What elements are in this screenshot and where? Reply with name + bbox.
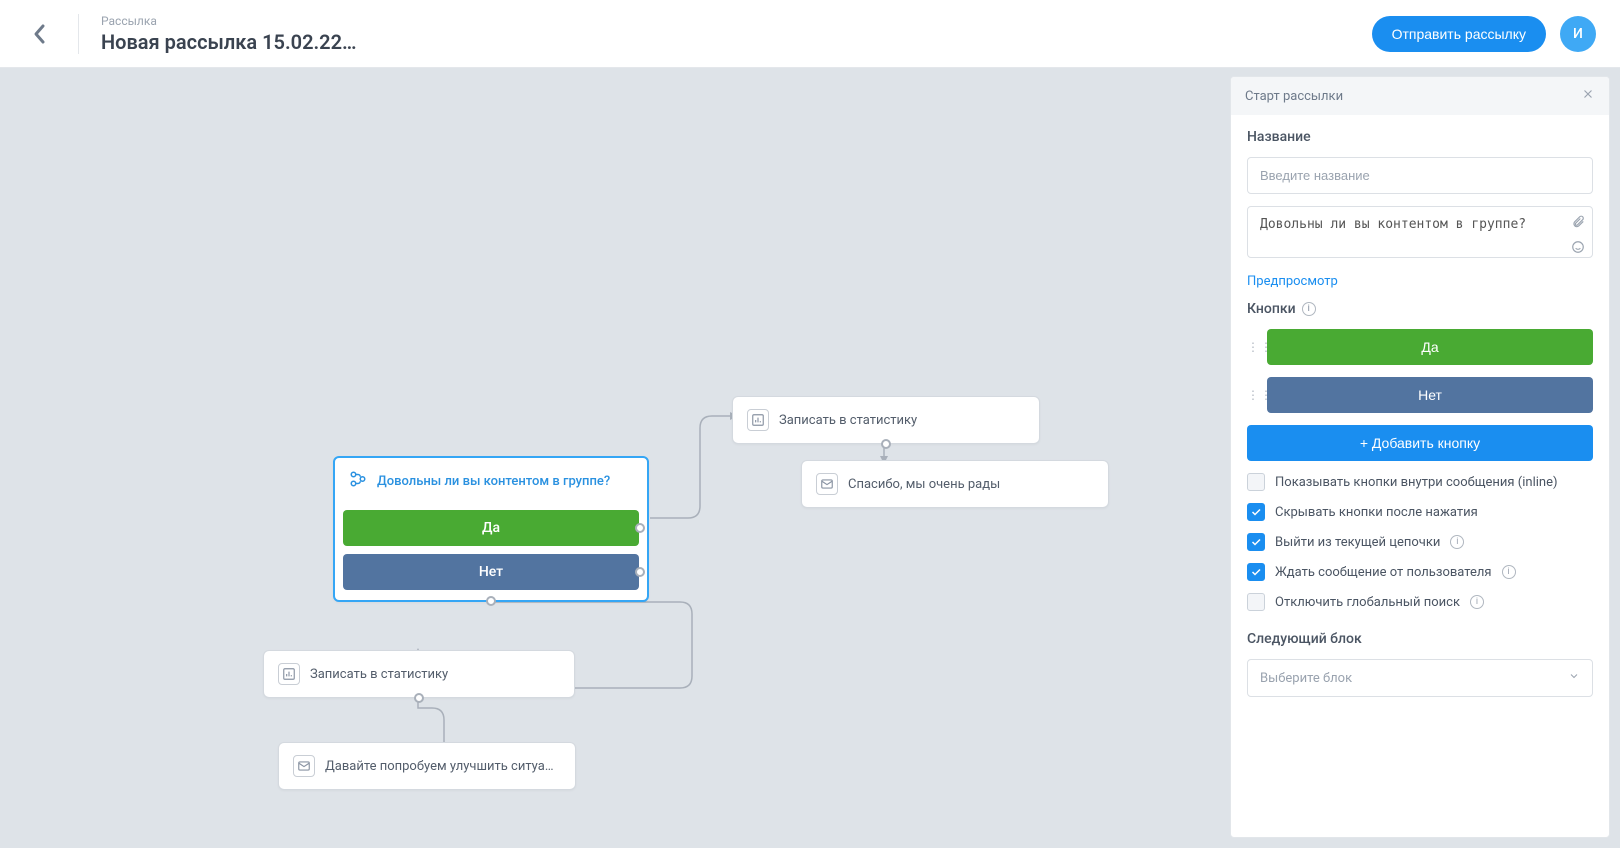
message-node[interactable]: Спасибо, мы очень рады (801, 460, 1109, 508)
node-label: Записать в статистику (779, 413, 917, 428)
mail-icon (293, 755, 315, 777)
next-block-select[interactable]: Выберите блок (1247, 659, 1593, 697)
output-port-bottom[interactable] (414, 693, 424, 703)
stats-icon (278, 663, 300, 685)
checkbox-label: Скрывать кнопки после нажатия (1275, 505, 1478, 520)
select-placeholder: Выберите блок (1260, 671, 1352, 686)
panel-title: Старт рассылки (1245, 89, 1343, 104)
divider (78, 14, 79, 54)
name-label: Название (1247, 129, 1593, 145)
page-title: Новая рассылка 15.02.22… (101, 30, 357, 54)
checkbox-exit-chain[interactable] (1247, 533, 1265, 551)
info-icon[interactable]: i (1470, 595, 1484, 609)
message-textarea[interactable] (1247, 206, 1593, 258)
user-avatar[interactable]: И (1560, 16, 1596, 52)
info-icon[interactable]: i (1450, 535, 1464, 549)
checkbox-hide-after-click[interactable] (1247, 503, 1265, 521)
choice-yes-button[interactable]: Да (343, 510, 639, 546)
side-panel: Старт рассылки Название Предпросмотр Кно… (1230, 76, 1610, 838)
buttons-label: Кнопки (1247, 301, 1296, 317)
stats-node[interactable]: Записать в статистику (732, 396, 1040, 444)
preview-link[interactable]: Предпросмотр (1247, 274, 1593, 289)
node-label: Давайте попробуем улучшить ситуацию! Что… (325, 759, 561, 774)
answer-button-no[interactable]: Нет (1267, 377, 1593, 413)
start-node[interactable]: Довольны ли вы контентом в группе? Да Не… (333, 456, 649, 602)
add-button[interactable]: + Добавить кнопку (1247, 425, 1593, 461)
output-port[interactable] (635, 567, 645, 577)
output-port-bottom[interactable] (486, 596, 496, 606)
back-button[interactable] (24, 18, 56, 50)
branch-icon (349, 470, 367, 492)
node-label: Записать в статистику (310, 667, 448, 682)
next-block-label: Следующий блок (1247, 631, 1593, 647)
checkbox-label: Показывать кнопки внутри сообщения (inli… (1275, 475, 1558, 490)
info-icon[interactable]: i (1502, 565, 1516, 579)
checkbox-wait-user[interactable] (1247, 563, 1265, 581)
breadcrumb-overline: Рассылка (101, 14, 357, 28)
message-node[interactable]: Давайте попробуем улучшить ситуацию! Что… (278, 742, 576, 790)
choice-no-button[interactable]: Нет (343, 554, 639, 590)
send-campaign-button[interactable]: Отправить рассылку (1372, 16, 1546, 52)
stats-node[interactable]: Записать в статистику (263, 650, 575, 698)
name-input[interactable] (1247, 157, 1593, 194)
checkbox-label: Выйти из текущей цепочки (1275, 535, 1440, 550)
checkbox-label: Ждать сообщение от пользователя (1275, 565, 1492, 580)
answer-button-yes[interactable]: Да (1267, 329, 1593, 365)
info-icon[interactable]: i (1302, 302, 1316, 316)
attachment-icon[interactable] (1571, 214, 1585, 233)
emoji-icon[interactable] (1571, 239, 1585, 258)
panel-close-button[interactable] (1581, 87, 1595, 105)
title-block: Рассылка Новая рассылка 15.02.22… (101, 14, 357, 54)
start-node-question: Довольны ли вы контентом в группе? (377, 474, 610, 489)
drag-handle-icon[interactable]: ⋮⋮ (1247, 340, 1259, 354)
chevron-down-icon (1568, 670, 1580, 686)
node-label: Спасибо, мы очень рады (848, 477, 1000, 492)
drag-handle-icon[interactable]: ⋮⋮ (1247, 388, 1259, 402)
app-header: Рассылка Новая рассылка 15.02.22… Отправ… (0, 0, 1620, 68)
stats-icon (747, 409, 769, 431)
checkbox-inline[interactable] (1247, 473, 1265, 491)
output-port-bottom[interactable] (881, 439, 891, 449)
output-port[interactable] (635, 523, 645, 533)
checkbox-disable-global[interactable] (1247, 593, 1265, 611)
mail-icon (816, 473, 838, 495)
checkbox-label: Отключить глобальный поиск (1275, 595, 1460, 610)
